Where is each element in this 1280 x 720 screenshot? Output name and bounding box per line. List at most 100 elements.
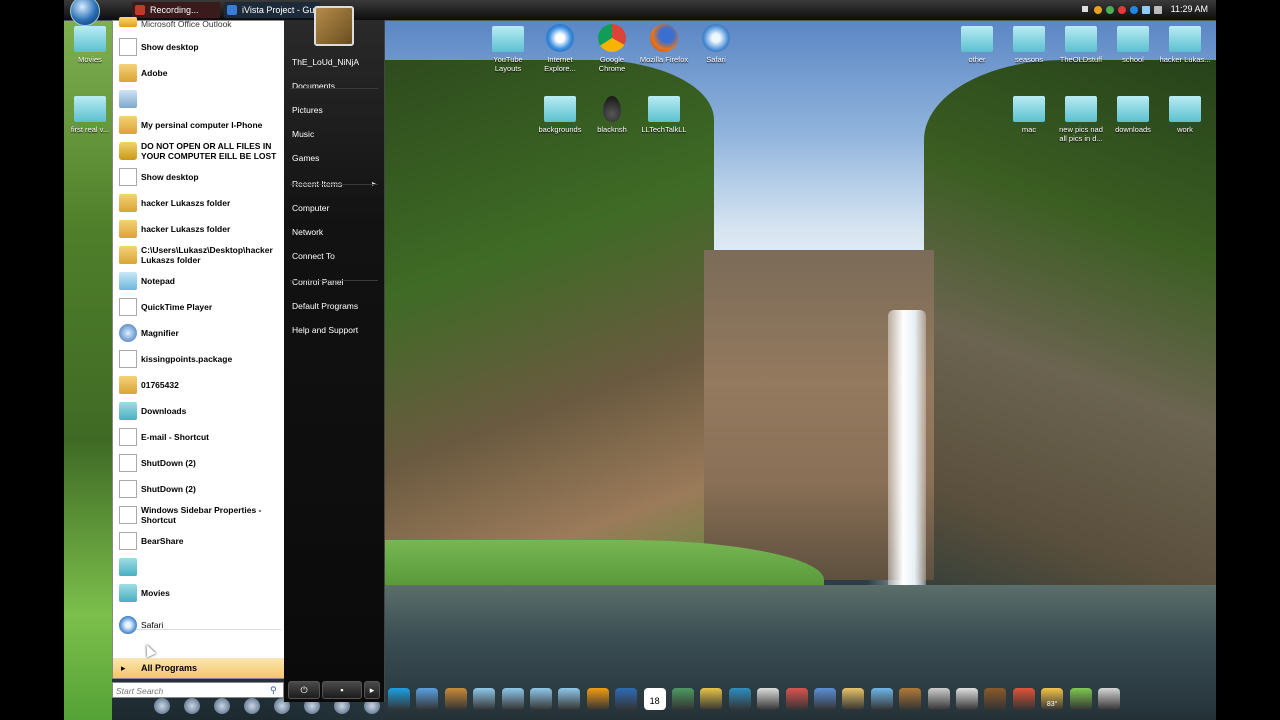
desktop-icon[interactable]: Safari [690, 24, 742, 80]
places-item[interactable]: Documents [292, 75, 382, 97]
program-item[interactable]: Adobe [113, 60, 285, 86]
desktop-icon[interactable]: school [1107, 26, 1159, 82]
cube-icon[interactable] [870, 688, 893, 710]
program-item[interactable]: hacker Lukaszs folder [113, 216, 285, 242]
finder-icon[interactable] [814, 688, 836, 710]
gamepad-icon[interactable] [956, 688, 978, 710]
program-item[interactable]: kissingpoints.package [113, 346, 285, 372]
program-item[interactable]: 01765432 [113, 372, 285, 398]
power-options-button[interactable]: ▸ [364, 681, 380, 699]
program-item[interactable]: My persinal computer I-Phone [113, 112, 285, 138]
all-programs-button[interactable]: ▸ All Programs [113, 658, 285, 678]
desktop-icon[interactable]: new pics nad all pics in d... [1055, 96, 1107, 152]
clock[interactable]: 11:29 AM [1171, 4, 1208, 14]
program-item[interactable]: ShutDown (2) [113, 450, 285, 476]
trash-icon[interactable] [1098, 688, 1120, 710]
places-item[interactable]: Network [292, 221, 382, 243]
folder-icon[interactable] [530, 688, 552, 710]
program-item-safari[interactable]: Safari [113, 612, 285, 638]
places-item[interactable]: Computer [292, 197, 382, 219]
globe-icon[interactable] [728, 688, 751, 710]
user-avatar[interactable] [314, 6, 354, 46]
tray-app-icon[interactable] [1094, 6, 1102, 14]
places-item[interactable]: Help and Support [292, 319, 382, 341]
chevron-icon[interactable] [1082, 6, 1088, 12]
tray-app-icon[interactable] [1118, 6, 1126, 14]
calendar-icon[interactable]: 18 [643, 688, 666, 710]
network-icon[interactable] [1142, 6, 1150, 14]
program-item[interactable]: E-mail - Shortcut [113, 424, 285, 450]
program-item[interactable] [113, 86, 285, 112]
program-item[interactable]: hacker Lukaszs folder [113, 190, 285, 216]
desktop-icon-label: downloads [1115, 125, 1151, 134]
folder-icon[interactable] [558, 688, 581, 710]
program-item[interactable]: Magnifier [113, 320, 285, 346]
places-item[interactable]: ThE_LoUd_NiNjA [292, 51, 382, 73]
program-item[interactable] [113, 554, 285, 580]
program-item[interactable]: BearShare [113, 528, 285, 554]
media-icon[interactable] [586, 688, 609, 710]
desktop-icon[interactable]: TheOLDstuff [1055, 26, 1107, 82]
notes-icon[interactable] [842, 688, 865, 710]
desktop-icon[interactable]: hacker Lukas... [1159, 26, 1211, 82]
power-icon: ⏻ [300, 685, 308, 695]
desktop-icon[interactable]: work [1159, 96, 1211, 152]
xray-icon[interactable] [927, 688, 950, 710]
desktop-icon[interactable]: YouTube Layouts [482, 26, 534, 82]
program-item[interactable]: Movies [113, 580, 285, 606]
blank-icon[interactable] [757, 688, 780, 710]
volume-icon[interactable] [1154, 6, 1162, 14]
program-item[interactable]: Show desktop [113, 34, 285, 60]
search-icon[interactable]: ⚲ [270, 685, 280, 695]
doc-icon [119, 532, 137, 550]
places-item[interactable]: Pictures [292, 99, 382, 121]
places-item[interactable]: Connect To [292, 245, 382, 267]
photo-icon[interactable] [672, 688, 694, 710]
desktop-icon[interactable]: seasons [1003, 26, 1055, 82]
mushroom-icon[interactable] [1012, 688, 1035, 710]
messenger-icon[interactable] [416, 688, 439, 710]
program-item[interactable]: ShutDown (2) [113, 476, 285, 502]
desktop-screen: Movies first real v... YouTube Layouts I… [64, 0, 1216, 720]
desktop-icon[interactable]: LLTechTalkLL [638, 96, 690, 152]
desktop-icon[interactable]: Internet Explore... [534, 24, 586, 80]
word-icon[interactable] [615, 688, 638, 710]
start-search-input[interactable] [113, 683, 268, 699]
program-item-outlook[interactable]: Microsoft Office Outlook [113, 17, 285, 31]
program-item[interactable]: C:\Users\Lukasz\Desktop\hacker Lukaszs f… [113, 242, 285, 268]
program-item[interactable]: Notepad [113, 268, 285, 294]
battery-icon[interactable] [1069, 688, 1092, 710]
places-item[interactable]: Default Programs [292, 295, 382, 317]
program-item[interactable]: DO NOT OPEN OR ALL FILES IN YOUR COMPUTE… [113, 138, 285, 164]
tray-app-icon[interactable] [1106, 6, 1114, 14]
preview-icon[interactable] [899, 688, 922, 710]
desktop-icon[interactable]: other [951, 26, 1003, 82]
folder-icon[interactable] [473, 688, 496, 710]
skype-icon[interactable] [388, 688, 410, 710]
pencil-icon[interactable] [700, 688, 723, 710]
program-item[interactable]: QuickTime Player [113, 294, 285, 320]
tray-app-icon[interactable] [1130, 6, 1138, 14]
target-icon[interactable] [785, 688, 808, 710]
taskbar-item-recording[interactable]: Recording... [132, 2, 220, 18]
desktop-icon[interactable]: Mozilla Firefox [638, 24, 690, 80]
taskbar-item-ivista[interactable]: iVista Project - Guid... [224, 2, 320, 18]
folder-icon[interactable] [501, 688, 524, 710]
places-item[interactable]: Games [292, 147, 382, 169]
desktop-icon[interactable]: backgrounds [534, 96, 586, 152]
places-item[interactable]: Music [292, 123, 382, 145]
lock-button[interactable]: ▪ [322, 681, 362, 699]
desktop-icon[interactable]: blacknsh [586, 96, 638, 152]
weather-icon[interactable]: 83° [1041, 688, 1064, 710]
start-search-box[interactable]: ⚲ [112, 682, 284, 699]
desktop-icon[interactable]: Google Chrome [586, 24, 638, 80]
desktop-icon[interactable]: downloads [1107, 96, 1159, 152]
power-button[interactable]: ⏻ [288, 681, 320, 699]
program-item[interactable]: Downloads [113, 398, 285, 424]
places-item[interactable]: Control Panel [292, 271, 382, 293]
avatar-icon[interactable] [984, 688, 1007, 710]
desktop-icon[interactable]: mac [1003, 96, 1055, 152]
program-item[interactable]: Windows Sidebar Properties - Shortcut [113, 502, 285, 528]
program-item[interactable]: Show desktop [113, 164, 285, 190]
paint-icon[interactable] [444, 688, 467, 710]
